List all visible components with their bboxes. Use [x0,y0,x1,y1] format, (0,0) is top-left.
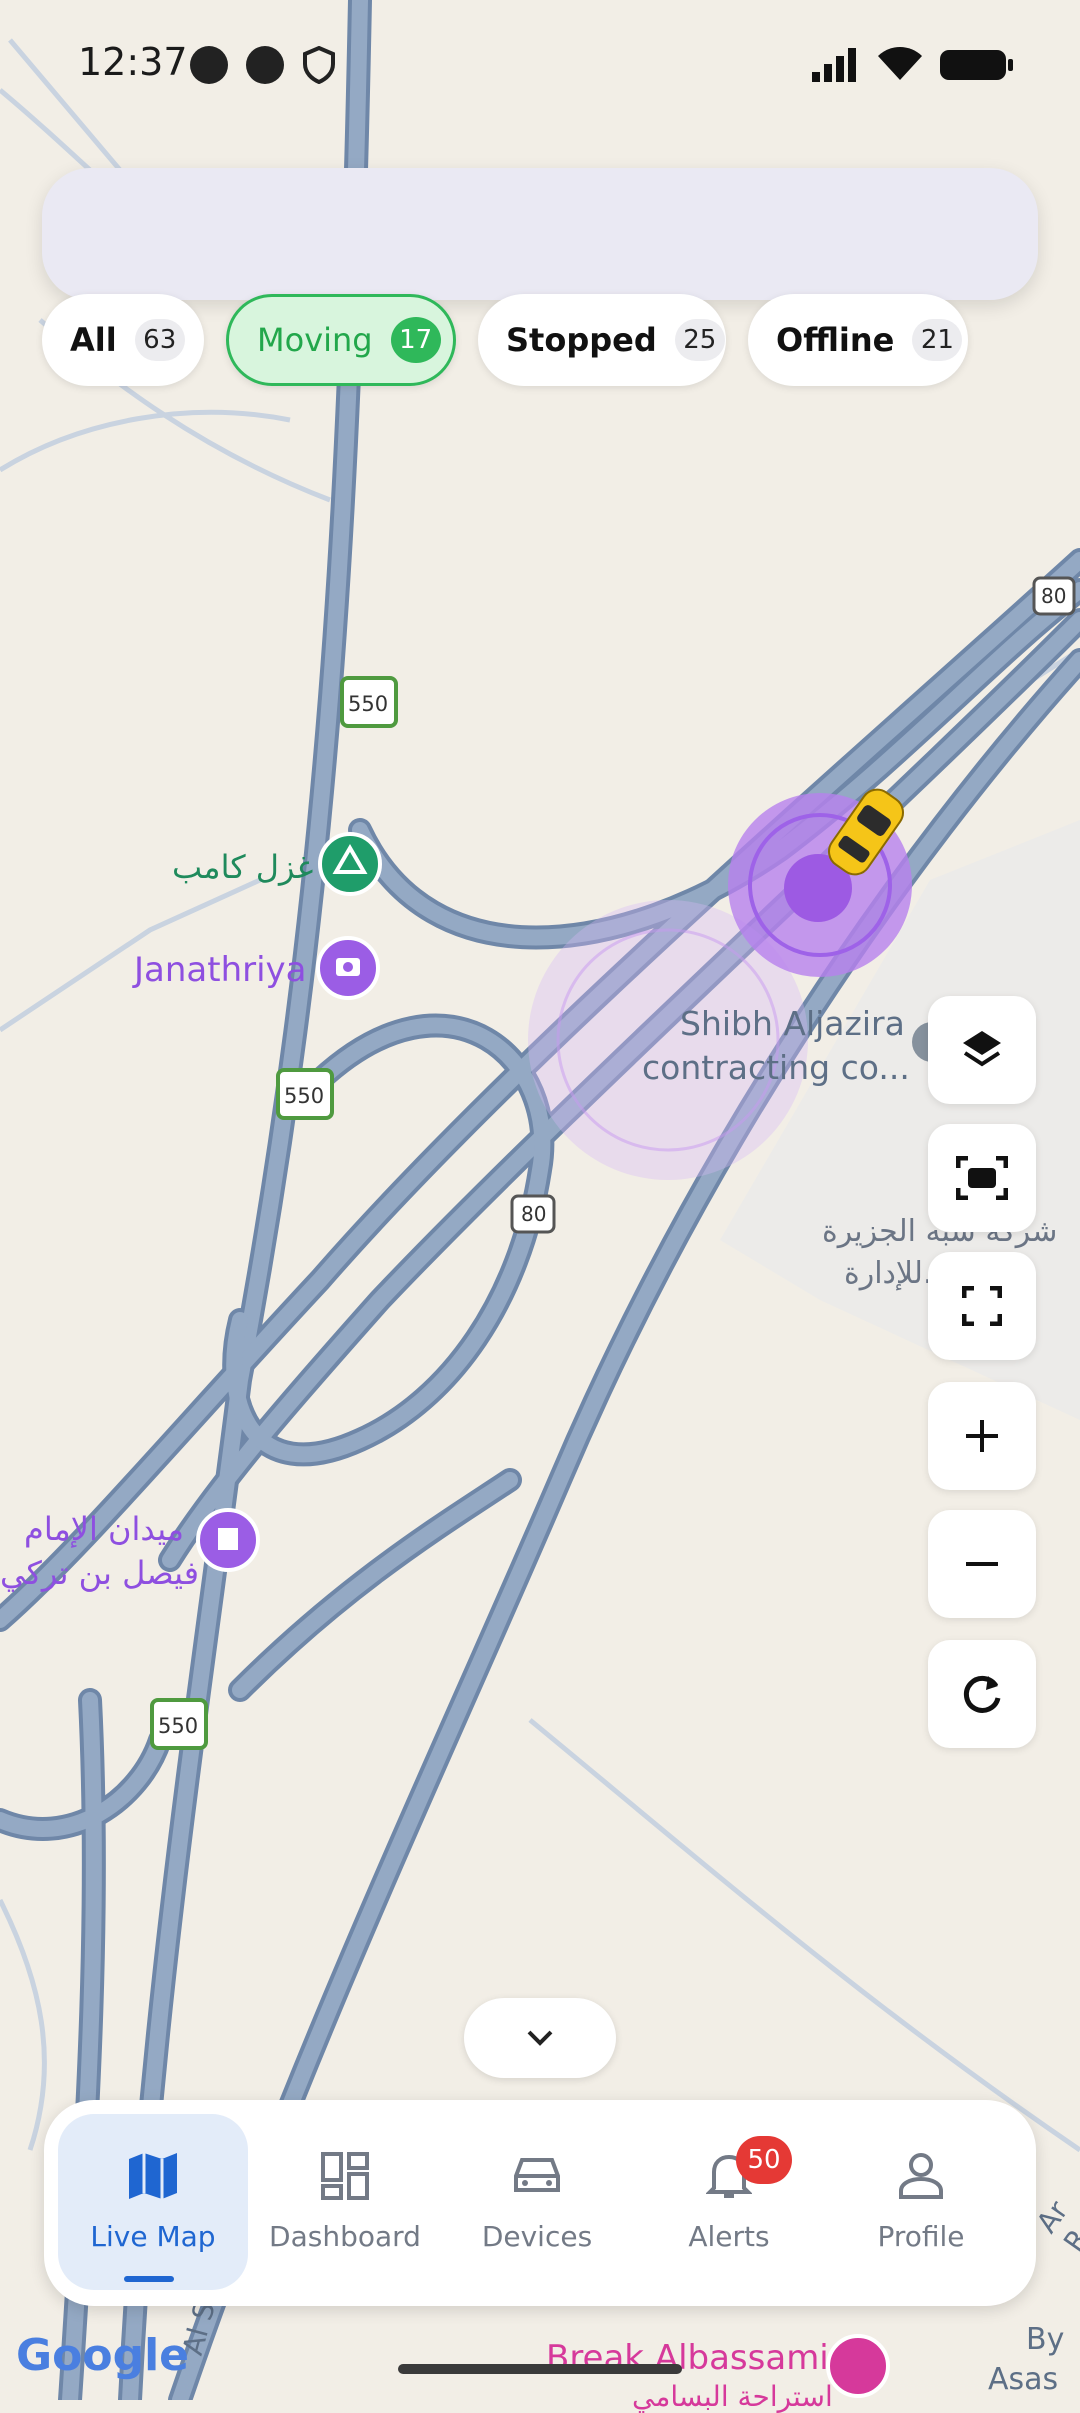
car-icon [514,2158,560,2192]
map-label-shibh-line1: Shibh Aljazira [680,1004,905,1043]
filter-count-badge: 63 [134,319,185,361]
collapse-panel-button[interactable] [464,1998,616,2078]
active-indicator [124,2276,174,2282]
nav-item-label: Dashboard [269,2220,421,2253]
app-notification-icon [246,46,284,84]
fit-bounds-button[interactable] [928,1124,1036,1232]
fullscreen-icon [962,1286,1002,1326]
filter-label: Stopped [506,321,657,359]
landmark-pin-icon [196,1508,260,1572]
map-label-corner-by: By [1026,2322,1065,2357]
camera-pin-icon [316,936,380,1000]
nav-item-devices[interactable]: Devices [442,2114,632,2290]
person-icon [899,2153,943,2199]
layers-button[interactable] [928,996,1036,1104]
map-label-ghazl-camp: غزل كامب [172,848,314,886]
shield-icon [303,46,335,84]
nav-item-label: Profile [877,2220,965,2253]
filter-chip-all[interactable]: All 63 [42,294,204,386]
filter-count-badge: 17 [390,317,441,363]
filter-label: Offline [776,321,895,359]
nav-item-live-map[interactable]: Live Map [58,2114,248,2290]
nav-item-alerts[interactable]: Alerts 50 [634,2114,824,2290]
system-status-icons [812,46,1014,82]
fullscreen-button[interactable] [928,1252,1036,1360]
filter-count-badge: 25 [674,319,725,361]
refresh-button[interactable] [928,1640,1036,1748]
nav-item-label: Devices [481,2220,593,2253]
chevron-down-icon [527,2030,553,2046]
map-label-square-line2: فيصل بن تركي [0,1554,200,1592]
map-label-janathriya: Janathriya [134,950,307,990]
filter-chip-offline[interactable]: Offline 21 [748,294,968,386]
road-label-80-b: 80 [1041,584,1067,608]
status-time: 12:37 [78,40,188,84]
fit-bounds-icon [956,1156,1008,1200]
bottom-navigation: Live Map Dashboard Devices Alerts 50 Pro… [44,2100,1036,2306]
filter-label: All [70,321,117,359]
road-label-550-c: 550 [158,1714,199,1738]
nav-item-label: Live Map [90,2220,216,2253]
nav-item-dashboard[interactable]: Dashboard [250,2114,440,2290]
filter-label: Moving [257,321,373,359]
road-label-550-b: 550 [284,1084,325,1108]
map-label-corner-asas: Asas [988,2362,1059,2397]
zoom-out-icon [966,1562,998,1566]
map-label-shibh-line2: contracting co... [642,1048,910,1087]
alerts-count-badge: 50 [736,2136,792,2184]
search-bar[interactable] [42,168,1038,300]
wifi-icon [878,47,922,80]
layers-icon [963,1031,1001,1067]
filter-chip-moving[interactable]: Moving 17 [226,294,456,386]
nav-item-profile[interactable]: Profile [826,2114,1016,2290]
filter-chip-stopped[interactable]: Stopped 25 [478,294,726,386]
zoom-in-button[interactable] [928,1382,1036,1490]
food-pin-icon [826,2334,890,2398]
road-label-550-a: 550 [348,692,389,716]
signal-icon [812,48,856,82]
notification-icons [190,46,336,84]
app-notification-icon [190,46,228,84]
battery-icon [940,50,1013,80]
map-icon [129,2153,177,2199]
camp-pin-icon [318,832,382,896]
zoom-out-button[interactable] [928,1510,1036,1618]
dashboard-icon [321,2152,369,2200]
google-logo: Google [16,2330,189,2381]
filter-count-badge: 21 [912,319,963,361]
home-indicator [398,2364,682,2374]
road-label-80-a: 80 [521,1202,547,1226]
nav-item-label: Alerts [688,2220,770,2253]
zoom-in-icon [966,1420,998,1452]
map-label-square-line1: ميدان الإمام [24,1510,184,1548]
map-label-break-arabic: استراحة البسامي [632,2380,833,2413]
refresh-icon [963,1675,1001,1713]
